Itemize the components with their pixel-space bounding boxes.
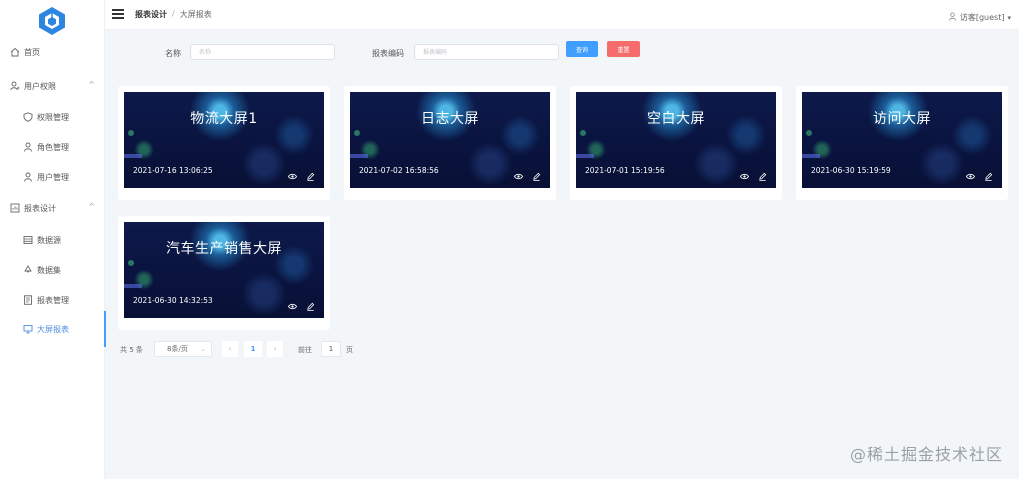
report-title: 空白大屏 <box>647 111 705 127</box>
sidebar-item-label: 角色管理 <box>37 142 69 152</box>
document-icon <box>22 294 34 306</box>
user-icon <box>948 12 957 23</box>
sidebar-item-bigscreen-report[interactable]: 大屏报表 <box>0 311 106 347</box>
query-button[interactable]: 查询 <box>566 41 598 57</box>
user-name: 访客[guest] <box>959 13 1005 22</box>
report-code-label: 报表编码 <box>372 49 404 58</box>
report-card[interactable]: 访问大屏 2021-06-30 15:19:59 <box>796 86 1008 200</box>
breadcrumb-current: 大屏报表 <box>179 10 212 19</box>
breadcrumb-item[interactable]: 报表设计 <box>135 9 167 20</box>
sidebar-item-report-design[interactable]: 报表设计 ^ <box>0 197 105 219</box>
goto-prefix: 前往 <box>298 346 312 354</box>
view-icon[interactable] <box>513 166 524 180</box>
page-size-select[interactable]: 8条/页 ⌄ <box>154 341 212 357</box>
chevron-up-icon[interactable]: ^ <box>88 202 95 211</box>
name-input[interactable] <box>190 44 335 60</box>
view-icon[interactable] <box>739 166 750 180</box>
view-icon[interactable] <box>965 166 976 180</box>
chevron-up-icon[interactable]: ^ <box>88 80 95 89</box>
home-icon <box>9 46 21 58</box>
sidebar-item-label: 报表管理 <box>37 295 69 305</box>
reset-button[interactable]: 重置 <box>607 41 640 57</box>
report-date: 2021-06-30 14:32:53 <box>133 296 213 305</box>
report-preview-image[interactable]: 汽车生产销售大屏 2021-06-30 14:32:53 <box>124 222 324 318</box>
report-date: 2021-07-02 16:58:56 <box>359 166 439 175</box>
goto-suffix: 页 <box>346 346 353 354</box>
view-icon[interactable] <box>287 166 298 180</box>
sidebar-item-role-management[interactable]: 角色管理 <box>0 136 105 158</box>
report-date: 2021-07-01 15:19:56 <box>585 166 665 175</box>
breadcrumb: 报表设计 / 大屏报表 <box>135 9 212 20</box>
view-icon[interactable] <box>287 296 298 310</box>
sidebar-item-home[interactable]: 首页 <box>0 41 105 63</box>
top-header: 报表设计 / 大屏报表 访客[guest] ▾ <box>105 0 1019 30</box>
watermark: @稀土掘金技术社区 <box>849 445 1003 464</box>
edit-icon[interactable] <box>984 166 993 181</box>
sidebar-item-label: 大屏报表 <box>37 324 69 334</box>
user-group-icon <box>9 80 21 92</box>
report-title: 物流大屏1 <box>190 111 258 127</box>
caret-down-icon: ▾ <box>1007 13 1011 22</box>
edit-icon[interactable] <box>306 296 315 311</box>
sidebar-item-label: 用户权限 <box>24 81 56 91</box>
sidebar-item-label: 用户管理 <box>37 172 69 182</box>
edit-icon[interactable] <box>758 166 767 181</box>
chevron-down-icon: ⌄ <box>200 345 206 353</box>
report-card[interactable]: 空白大屏 2021-07-01 15:19:56 <box>570 86 782 200</box>
report-preview-image[interactable]: 物流大屏1 2021-07-16 13:06:25 <box>124 92 324 188</box>
report-preview-image[interactable]: 日志大屏 2021-07-02 16:58:56 <box>350 92 550 188</box>
sidebar-item-permission-management[interactable]: 权限管理 <box>0 106 105 128</box>
report-card[interactable]: 汽车生产销售大屏 2021-06-30 14:32:53 <box>118 216 330 330</box>
shield-icon <box>22 111 34 123</box>
report-title: 日志大屏 <box>421 111 479 127</box>
pagination-total: 共 5 条 <box>120 346 143 354</box>
sidebar: 首页 用户权限 ^ 权限管理 角色管理 用户管理 报表设计 ^ 数据源 数据集 … <box>0 0 106 479</box>
goto-page-input[interactable]: 1 <box>321 341 341 357</box>
database-icon <box>22 234 34 246</box>
sidebar-item-report-management[interactable]: 报表管理 <box>0 289 105 311</box>
sidebar-item-label: 报表设计 <box>24 203 56 213</box>
menu-toggle-icon[interactable] <box>112 9 124 19</box>
sidebar-item-label: 数据源 <box>37 235 61 245</box>
edit-icon[interactable] <box>532 166 541 181</box>
name-label: 名称 <box>165 49 181 58</box>
sidebar-item-label: 数据集 <box>37 265 61 275</box>
report-preview-image[interactable]: 空白大屏 2021-07-01 15:19:56 <box>576 92 776 188</box>
sidebar-item-label: 首页 <box>24 47 40 57</box>
edit-icon[interactable] <box>306 166 315 181</box>
sidebar-item-dataset[interactable]: 数据集 <box>0 259 105 281</box>
report-date: 2021-07-16 13:06:25 <box>133 166 213 175</box>
app-logo-icon[interactable] <box>37 6 67 36</box>
prev-page-button[interactable]: ‹ <box>222 341 238 357</box>
report-title: 访问大屏 <box>873 111 931 127</box>
report-card[interactable]: 日志大屏 2021-07-02 16:58:56 <box>344 86 556 200</box>
sidebar-item-user-permission[interactable]: 用户权限 ^ <box>0 75 105 97</box>
user-menu[interactable]: 访客[guest] ▾ <box>948 12 1011 23</box>
next-page-button[interactable]: › <box>267 341 283 357</box>
sidebar-item-user-management[interactable]: 用户管理 <box>0 166 105 188</box>
monitor-icon <box>22 323 34 335</box>
person-icon <box>22 141 34 153</box>
report-code-input[interactable] <box>414 44 559 60</box>
recycle-icon <box>22 264 34 276</box>
report-title: 汽车生产销售大屏 <box>166 241 282 257</box>
page-size-value: 8条/页 <box>167 345 188 353</box>
sidebar-item-label: 权限管理 <box>37 112 69 122</box>
person-icon <box>22 171 34 183</box>
sidebar-item-datasource[interactable]: 数据源 <box>0 229 105 251</box>
current-page[interactable]: 1 <box>244 341 262 357</box>
report-card[interactable]: 物流大屏1 2021-07-16 13:06:25 <box>118 86 330 200</box>
report-date: 2021-06-30 15:19:59 <box>811 166 891 175</box>
report-preview-image[interactable]: 访问大屏 2021-06-30 15:19:59 <box>802 92 1002 188</box>
breadcrumb-separator: / <box>172 9 175 18</box>
report-icon <box>9 202 21 214</box>
